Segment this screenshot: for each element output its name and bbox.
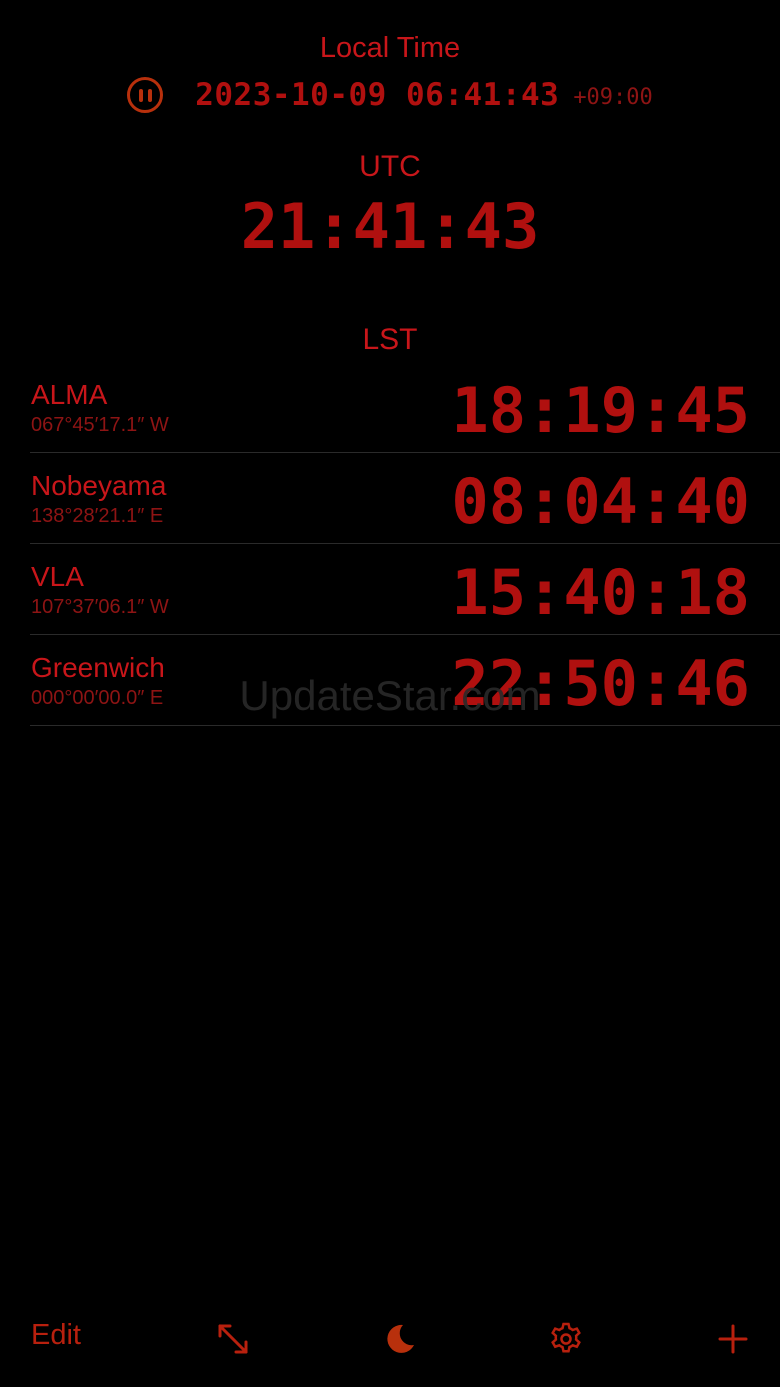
pause-circle-icon[interactable] [127,77,164,113]
site-longitude: 138°28′21.1″ E [31,505,164,527]
pause-bar-left [138,88,143,102]
utc-time: 21:41:43 [240,190,540,263]
site-longitude: 107°37′06.1″ W [31,596,169,618]
site-longitude: 067°45′17.1″ W [31,414,169,436]
bottom-toolbar: Edit [0,1307,780,1387]
lst-title: LST [362,323,418,356]
lst-site-row-greenwich[interactable]: Greenwich 000°00′00.0″ E 22:50:46 [30,635,780,726]
site-name: Greenwich [31,652,165,683]
pause-bar-right [147,88,152,102]
site-lst-time: 18:19:45 [451,374,750,447]
plus-icon[interactable] [715,1321,751,1357]
site-name: Nobeyama [31,470,167,501]
edit-button[interactable]: Edit [31,1319,81,1352]
lst-site-row-vla[interactable]: VLA 107°37′06.1″ W 15:40:18 [30,544,780,635]
site-longitude: 000°00′00.0″ E [31,687,164,709]
site-lst-time: 15:40:18 [451,556,750,629]
gear-icon[interactable] [548,1321,584,1357]
local-time-row: 2023-10-09 06:41:43 +09:00 [0,72,780,118]
site-name: ALMA [31,379,108,410]
local-time-title: Local Time [319,32,461,64]
moon-icon[interactable] [381,1321,417,1357]
lst-site-row-alma[interactable]: ALMA 067°45′17.1″ W 18:19:45 [30,362,780,453]
lst-site-list: ALMA 067°45′17.1″ W 18:19:45 Nobeyama 13… [30,362,780,726]
expand-icon[interactable] [215,1321,251,1357]
site-lst-time: 08:04:40 [451,465,750,538]
timezone-offset: +09:00 [573,84,653,110]
local-datetime: 2023-10-09 06:41:43 [195,77,560,113]
site-name: VLA [31,561,84,592]
utc-title: UTC [359,150,421,183]
site-lst-time: 22:50:46 [451,647,750,720]
lst-site-row-nobeyama[interactable]: Nobeyama 138°28′21.1″ E 08:04:40 [30,453,780,544]
